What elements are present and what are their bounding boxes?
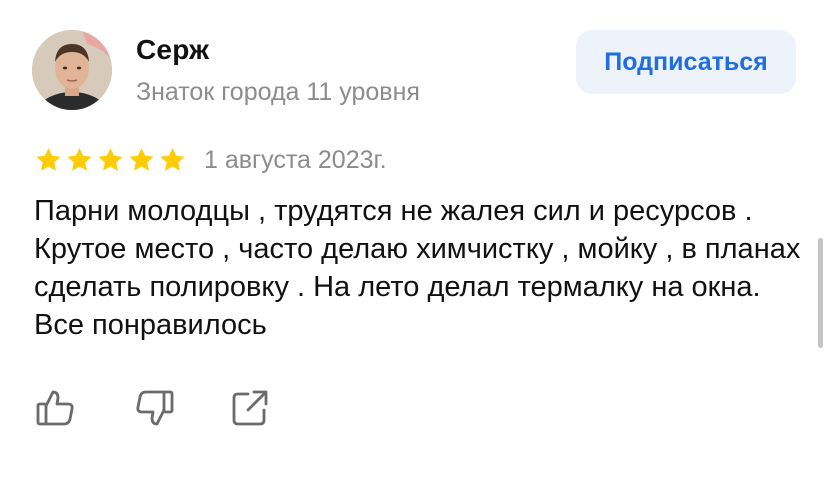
star-icon — [158, 146, 187, 174]
author-name[interactable]: Серж — [136, 34, 209, 66]
star-rating — [34, 146, 187, 174]
share-icon[interactable] — [228, 386, 272, 430]
scrollbar[interactable] — [818, 238, 823, 348]
author-level: Знаток города 11 уровня — [136, 78, 420, 106]
thumbs-down-icon[interactable] — [132, 386, 176, 430]
thumbs-up-icon[interactable] — [34, 386, 78, 430]
avatar[interactable] — [32, 30, 112, 110]
review-card: Серж Знаток города 11 уровня Подписаться… — [0, 0, 828, 478]
subscribe-button[interactable]: Подписаться — [576, 30, 796, 94]
star-icon — [127, 146, 156, 174]
review-date: 1 августа 2023г. — [204, 146, 387, 174]
star-icon — [96, 146, 125, 174]
review-text: Парни молодцы , трудятся не жалея сил и … — [34, 195, 801, 341]
star-icon — [34, 146, 63, 174]
star-icon — [65, 146, 94, 174]
